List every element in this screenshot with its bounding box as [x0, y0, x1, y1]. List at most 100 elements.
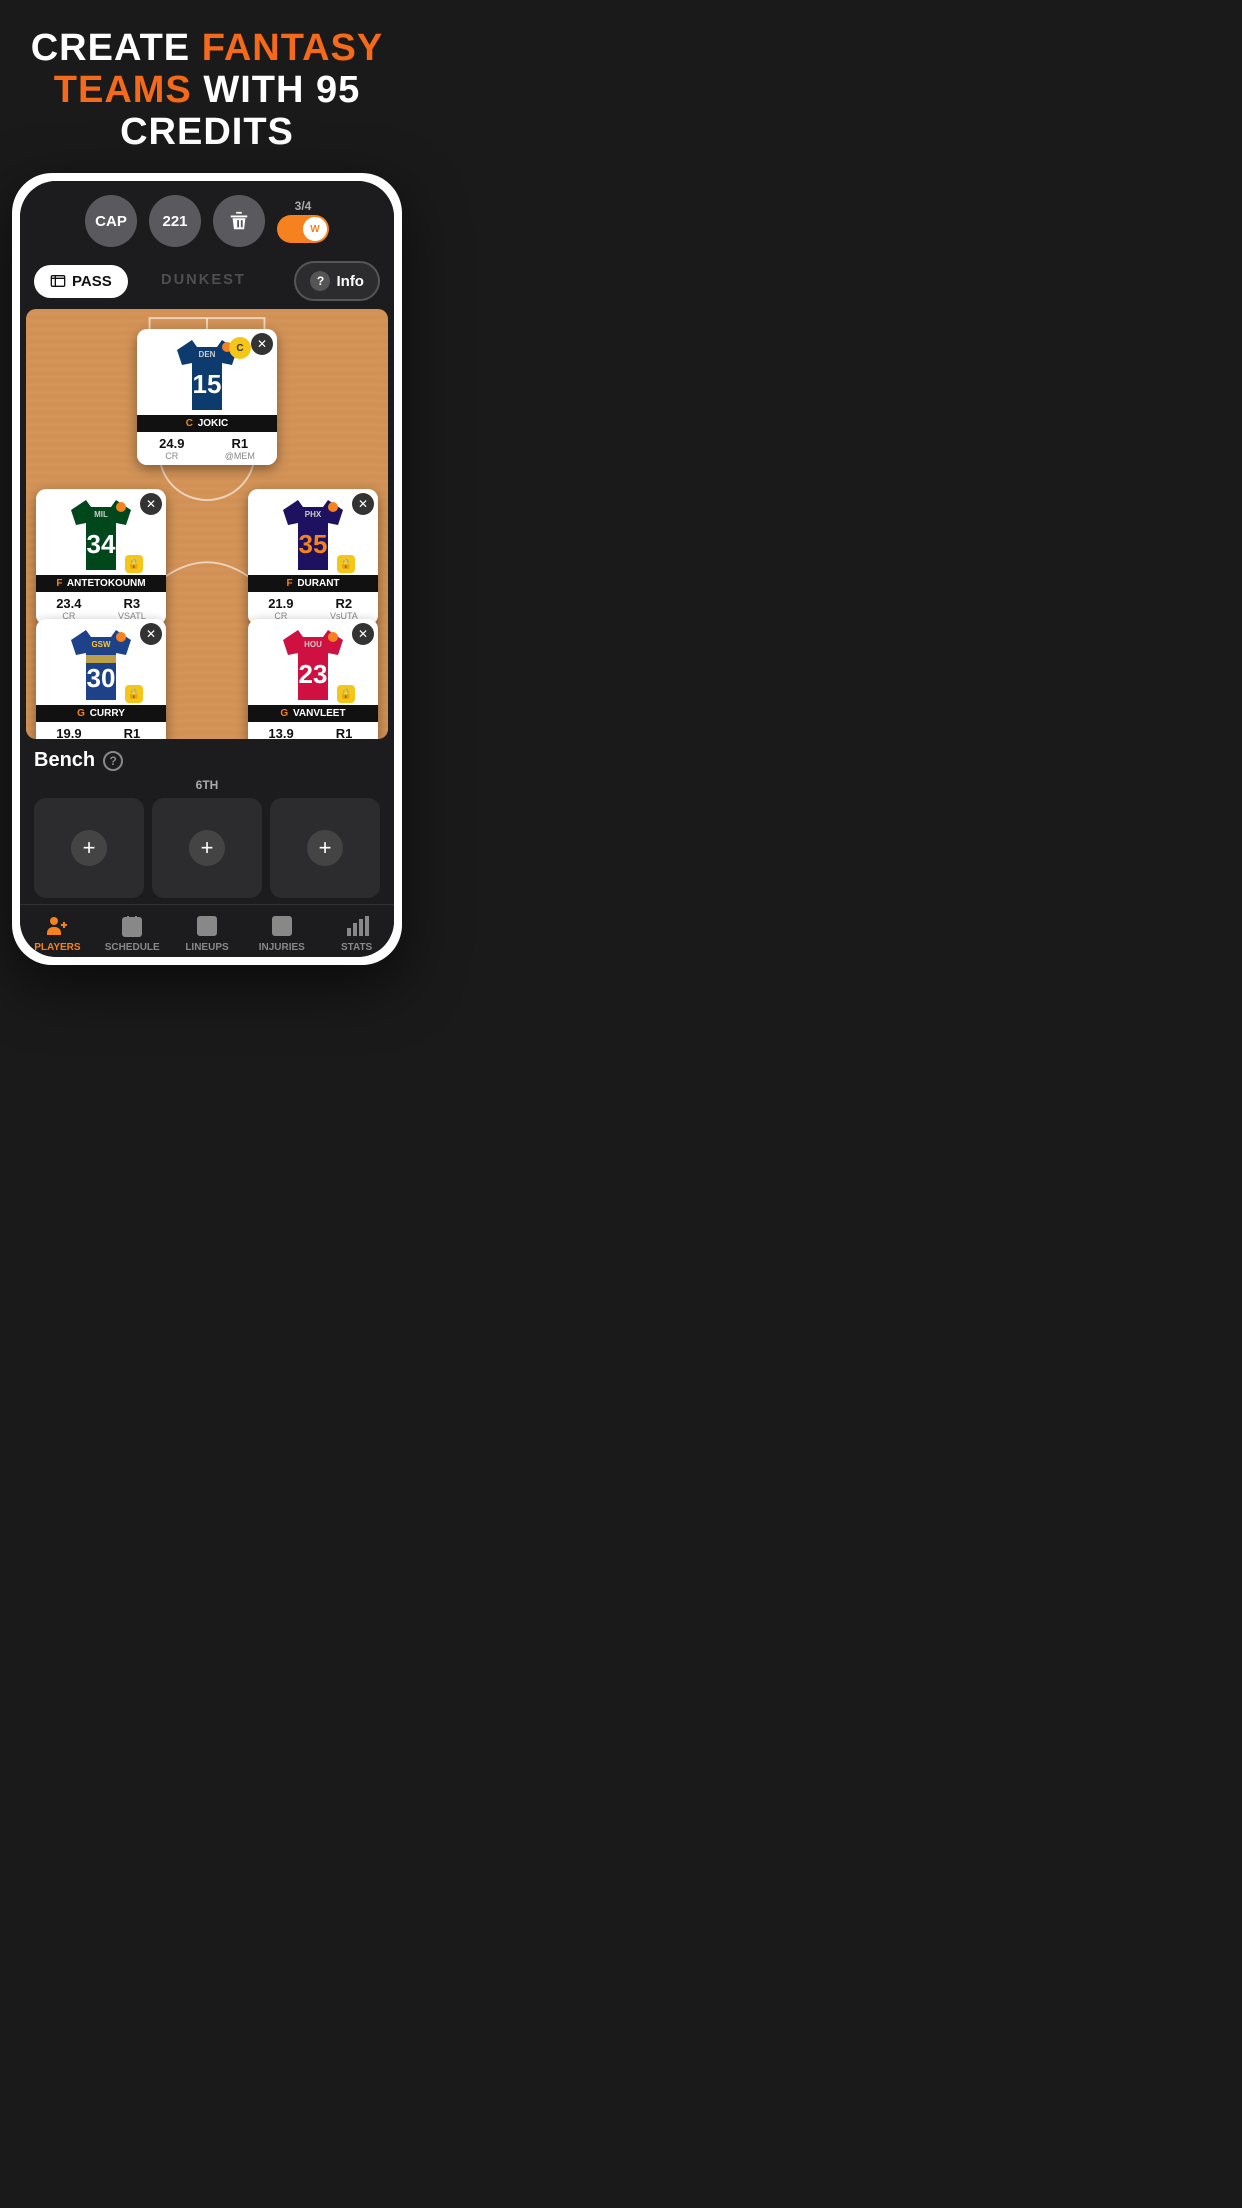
svg-text:DEN: DEN [199, 350, 216, 359]
jokic-position: C [186, 418, 193, 429]
stats-nav-icon [344, 913, 370, 939]
stats-nav-label: STATS [341, 942, 372, 953]
jokic-cr-val: 24.9 [159, 436, 184, 451]
curry-round-val: R1 [118, 726, 146, 739]
pass-icon [50, 273, 66, 289]
bench-section: Bench ? 6TH + + + [20, 739, 394, 904]
bench-slot-2[interactable]: + [152, 798, 262, 898]
curry-lock-icon: 🔒 [125, 685, 143, 703]
toolbar: CAP 221 3/4 W [20, 181, 394, 255]
bench-help-icon[interactable]: ? [103, 751, 123, 771]
jokic-name-bar: C JOKIC [137, 415, 277, 432]
bench-plus-2: + [189, 830, 225, 866]
nav-players[interactable]: PLAYERS [20, 913, 95, 953]
injuries-icon [270, 914, 294, 938]
svg-text:34: 34 [87, 529, 116, 559]
durant-jersey: PHX 35 🔒 [273, 495, 353, 575]
jokic-round-val: R1 [225, 436, 255, 451]
schedule-icon [120, 914, 144, 938]
bench-slot-1[interactable]: + [34, 798, 144, 898]
curry-stats: 19.9 CR R1 @SAC [36, 722, 166, 739]
svg-text:GSW: GSW [91, 640, 111, 649]
curry-position: G [77, 708, 85, 719]
svg-text:PHX: PHX [305, 510, 322, 519]
vanvleet-name-bar: G VANVLEET [248, 705, 378, 722]
curry-jersey-area: ✕ GSW 30 🔒 [36, 619, 166, 705]
curry-name-bar: G CURRY [36, 705, 166, 722]
schedule-nav-icon [119, 913, 145, 939]
svg-text:HOU: HOU [304, 640, 322, 649]
dunkest-logo: DUNKEST [161, 267, 261, 295]
durant-jersey-area: ✕ PHX 35 🔒 [248, 489, 378, 575]
jokic-stats: 24.9 CR R1 @MEM [137, 432, 277, 465]
svg-text:35: 35 [299, 529, 328, 559]
vanvleet-name: VANVLEET [293, 708, 346, 719]
nav-injuries[interactable]: INJURIES [244, 913, 319, 953]
header-line1-orange: FANTASY [202, 27, 384, 69]
header: CREATE FANTASY TEAMS WITH 95 CREDITS [0, 0, 414, 173]
player-card-curry[interactable]: ✕ GSW 30 🔒 G [36, 619, 166, 739]
player-card-jokic[interactable]: ✕ DEN 15 C C J [137, 329, 277, 465]
lineups-icon [195, 914, 219, 938]
bench-slots: + + + [34, 798, 380, 898]
stats-icon [345, 914, 369, 938]
lineups-nav-icon [194, 913, 220, 939]
durant-cr-col: 21.9 CR [268, 596, 293, 621]
schedule-nav-label: SCHEDULE [105, 942, 160, 953]
court: ✕ DEN 15 C C J [26, 309, 388, 739]
durant-name-bar: F DURANT [248, 575, 378, 592]
cap-button[interactable]: CAP [85, 195, 137, 247]
action-bar: PASS DUNKEST ? Info [20, 255, 394, 309]
bench-slot-3[interactable]: + [270, 798, 380, 898]
ante-cr-col: 23.4 CR [56, 596, 81, 621]
ante-round-col: R3 VSATL [118, 596, 146, 621]
trash-button[interactable] [213, 195, 265, 247]
players-icon [45, 914, 69, 938]
player-card-vanvleet[interactable]: ✕ HOU 23 🔒 G VANVLEET [248, 619, 378, 739]
phone-inner: CAP 221 3/4 W [20, 181, 394, 957]
curry-close-button[interactable]: ✕ [140, 623, 162, 645]
nav-stats[interactable]: STATS [319, 913, 394, 953]
ante-close-button[interactable]: ✕ [140, 493, 162, 515]
vanvleet-round-col: R1 @SAS [330, 726, 357, 739]
svg-text:DUNKEST: DUNKEST [161, 272, 246, 288]
durant-lock-icon: 🔒 [337, 555, 355, 573]
svg-text:30: 30 [87, 663, 116, 693]
player-card-durant[interactable]: ✕ PHX 35 🔒 F DURANT [248, 489, 378, 625]
pass-label: PASS [72, 273, 112, 290]
durant-close-button[interactable]: ✕ [352, 493, 374, 515]
ante-name: ANTETOKOUNM [67, 578, 146, 589]
toggle-area: 3/4 W [277, 199, 329, 243]
header-line3: CREDITS [120, 111, 294, 153]
info-button[interactable]: ? Info [294, 261, 380, 301]
jokic-jersey-area: ✕ DEN 15 C [137, 329, 277, 415]
credits-button[interactable]: 221 [149, 195, 201, 247]
players-nav-icon [44, 913, 70, 939]
nav-schedule[interactable]: SCHEDULE [95, 913, 170, 953]
curry-round-col: R1 @SAC [118, 726, 146, 739]
durant-round-val: R2 [330, 596, 358, 611]
jokic-cr-label: CR [159, 451, 184, 461]
nav-lineups[interactable]: LINEUPS [170, 913, 245, 953]
curry-jersey: GSW 30 🔒 [61, 625, 141, 705]
svg-text:MIL: MIL [94, 510, 108, 519]
pass-button[interactable]: PASS [34, 265, 128, 298]
bench-plus-1: + [71, 830, 107, 866]
jokic-close-button[interactable]: ✕ [251, 333, 273, 355]
credits-label: 221 [162, 213, 187, 230]
jokic-round-col: R1 @MEM [225, 436, 255, 461]
curry-cr-val: 19.9 [56, 726, 81, 739]
durant-cr-val: 21.9 [268, 596, 293, 611]
player-card-antetokounmpo[interactable]: ✕ MIL 34 🔒 F ANTETOKOUNM [36, 489, 166, 625]
svg-text:15: 15 [193, 369, 222, 399]
vanvleet-round-val: R1 [330, 726, 357, 739]
vanvleet-close-button[interactable]: ✕ [352, 623, 374, 645]
captain-badge: C [229, 337, 251, 359]
durant-position: F [286, 578, 292, 589]
vanvleet-jersey-area: ✕ HOU 23 🔒 [248, 619, 378, 705]
jokic-cr-col: 24.9 CR [159, 436, 184, 461]
curry-name: CURRY [90, 708, 125, 719]
bottom-nav: PLAYERS SCHEDULE [20, 904, 394, 957]
bench-6th-label: 6TH [34, 778, 380, 792]
toggle-switch[interactable]: W [277, 215, 329, 243]
